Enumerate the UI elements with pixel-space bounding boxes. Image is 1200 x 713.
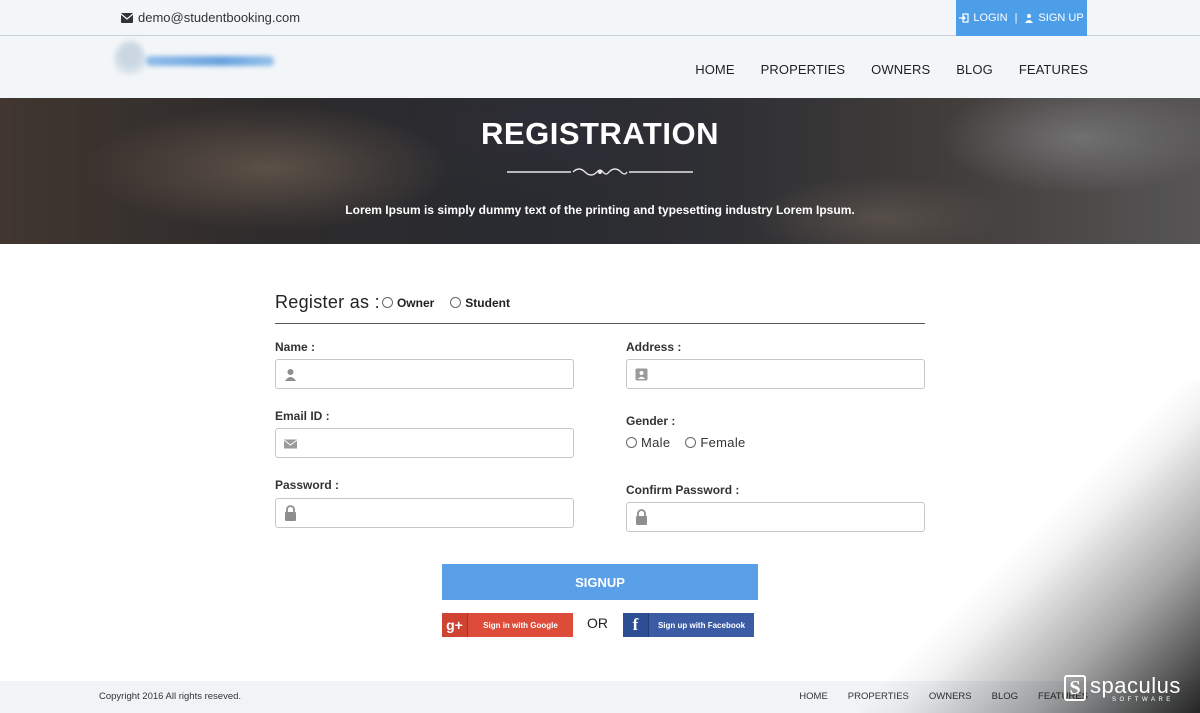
hero-banner: REGISTRATION Lorem Ipsum is simply dummy… [0,98,1200,244]
gender-female-label: Female [700,435,746,450]
role-owner-label: Owner [396,295,435,310]
footer-nav: HOME PROPERTIES OWNERS BLOG FEATURES [799,691,1088,702]
gender-female-radio[interactable]: Female [685,435,745,450]
nav-features[interactable]: FEATURES [1019,62,1088,77]
gender-label: Gender : [626,414,676,428]
footer-link-owners[interactable]: OWNERS [929,691,972,702]
google-signin-button[interactable]: g+ Sign in with Google [442,613,573,637]
or-separator: OR [587,615,608,631]
facebook-icon: f [623,613,649,637]
google-plus-icon: g+ [442,613,468,637]
password-label: Password : [275,478,340,492]
auth-links: LOGIN | SIGN UP [956,0,1087,36]
hero-subtitle: Lorem Ipsum is simply dummy text of the … [345,203,855,217]
gender-male-radio[interactable]: Male [626,435,670,450]
name-label: Name : [275,340,316,354]
role-owner-radio[interactable]: Owner [381,295,435,310]
nav-blog[interactable]: BLOG [956,62,993,77]
main-nav: HOME PROPERTIES OWNERS BLOG FEATURES [695,62,1088,77]
email-input[interactable] [304,429,566,457]
logo-pin-icon [114,40,146,80]
contact-card-icon [635,368,648,381]
page-title: REGISTRATION [481,116,719,151]
password-input[interactable] [304,499,566,527]
envelope-icon [121,12,133,23]
login-link[interactable]: LOGIN [973,12,1007,24]
user-icon [285,369,296,381]
site-logo[interactable] [112,40,282,84]
password-field[interactable] [275,498,574,528]
name-field[interactable] [275,359,574,389]
gender-male-label: Male [641,435,671,450]
contact-email[interactable]: demo@studentbooking.com [121,10,300,25]
google-signin-label: Sign in with Google [483,620,558,630]
confirm-password-label: Confirm Password : [626,483,740,497]
lock-icon [285,505,296,521]
site-footer: Copyright 2016 All rights reseved. HOME … [0,681,1200,713]
confirm-password-field[interactable] [626,502,925,532]
role-student-radio[interactable]: Student [450,296,510,310]
radio-circle[interactable] [626,437,637,448]
login-icon [959,13,969,23]
site-header: HOME PROPERTIES OWNERS BLOG FEATURES [0,36,1200,98]
envelope-icon [284,439,297,449]
facebook-signup-button[interactable]: f Sign up with Facebook [623,613,754,637]
address-label: Address : [626,340,682,354]
footer-link-blog[interactable]: BLOG [992,691,1018,702]
role-student-label: Student [465,295,510,310]
email-label: Email ID : [275,409,330,423]
signup-icon [1025,14,1034,23]
radio-circle[interactable] [450,297,462,308]
footer-link-home[interactable]: HOME [799,691,828,702]
signup-button[interactable]: SIGNUP [442,564,758,600]
register-as-row: Register as : Owner Student [275,292,510,313]
copyright-text: Copyright 2016 All rights reseved. [99,691,242,702]
auth-separator: | [1014,12,1018,24]
signup-link[interactable]: SIGN UP [1038,12,1083,24]
facebook-signup-label: Sign up with Facebook [657,620,746,630]
ornament-divider [507,168,693,176]
gender-options: Male Female [626,435,746,450]
address-field[interactable] [626,359,925,389]
form-divider [275,323,925,324]
nav-owners[interactable]: OWNERS [871,62,930,77]
email-field[interactable] [275,428,574,458]
watermark-shade [860,380,1200,713]
footer-link-properties[interactable]: PROPERTIES [848,691,909,702]
contact-email-text: demo@studentbooking.com [138,10,301,25]
address-input[interactable] [655,360,917,388]
radio-circle[interactable] [685,437,697,448]
name-input[interactable] [304,360,566,388]
nav-home[interactable]: HOME [695,62,734,77]
logo-wordmark [146,56,274,66]
footer-link-features[interactable]: FEATURES [1038,691,1088,702]
radio-circle[interactable] [381,297,393,308]
confirm-password-input[interactable] [655,503,917,531]
lock-icon [636,509,647,525]
top-bar: demo@studentbooking.com LOGIN | SIGN UP [0,0,1200,36]
nav-properties[interactable]: PROPERTIES [761,62,846,77]
register-as-label: Register as : [275,292,380,312]
